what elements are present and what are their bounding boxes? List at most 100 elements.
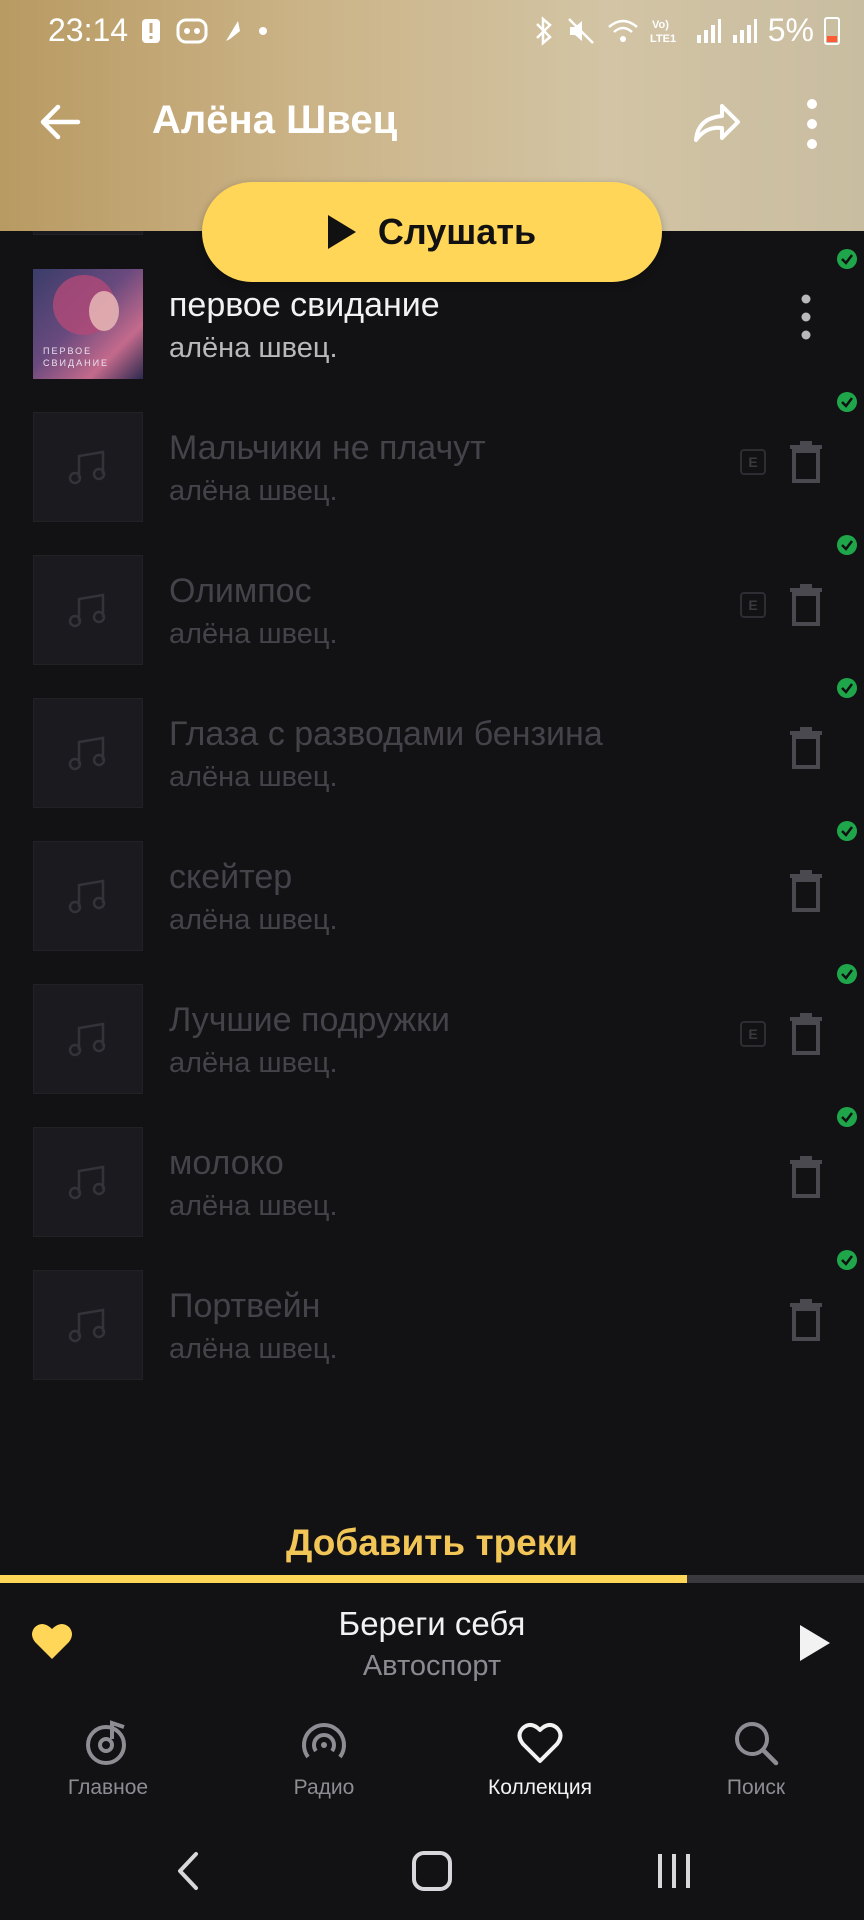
trash-icon[interactable] [788,870,824,912]
play-icon [327,215,356,249]
track-title: Лучшие подружки [169,1001,450,1039]
downloaded-check-icon [837,964,857,984]
listen-label: Слушать [377,211,537,252]
svg-text:LTE1: LTE1 [650,33,676,45]
track-more-icon[interactable] [798,292,814,342]
nav-item-radio[interactable]: Радио [216,1703,432,1820]
track-thumbnail [33,1270,143,1380]
volte-icon: Vo) LTE1 [650,19,676,45]
downloaded-check-icon [837,821,857,841]
track-artist: алёна швец. [169,618,338,650]
track-title: первое свидание [169,286,440,324]
status-left-icons [140,16,268,46]
track-row[interactable]: Глаза с разводами бензина алёна швец. [0,675,864,818]
now-playing-title: Береги себя [338,1605,526,1642]
system-back-icon[interactable] [160,1846,220,1896]
bottom-navigation: Главное Радио Коллекция Поиск [0,1703,864,1820]
track-artist: алёна швец. [169,1047,338,1079]
downloaded-check-icon [837,1107,857,1127]
wifi-icon [607,19,638,42]
nav-label: Коллекция [488,1776,592,1799]
system-home-icon[interactable] [402,1846,462,1896]
status-bar: 23:14 Vo) LTE1 5% [0,0,864,62]
bluetooth-icon [535,15,552,46]
trash-icon[interactable] [788,1156,824,1198]
music-note-icon [68,593,106,628]
heart-icon [517,1723,563,1763]
signal-2-icon [732,18,757,43]
leaf-notification-icon [226,21,240,41]
nav-item-collection[interactable]: Коллекция [432,1703,648,1820]
track-title: Глаза с разводами бензина [169,715,603,753]
track-row[interactable]: Олимпос алёна швец. E [0,532,864,675]
downloaded-check-icon [837,249,857,269]
trash-icon[interactable] [788,584,824,626]
track-thumbnail [33,555,143,665]
track-row[interactable]: скейтер алёна швец. [0,818,864,961]
track-artist: алёна швец. [169,475,338,507]
add-tracks-button[interactable]: Добавить треки [0,1522,864,1564]
track-thumbnail [33,1127,143,1237]
toolbar: Алёна Швец [0,62,864,182]
music-note-icon [68,1022,106,1057]
track-title: Мальчики не плачут [169,429,486,467]
track-artist: алёна швец. [169,1333,338,1365]
track-row[interactable]: Портвейн алёна швец. [0,1247,864,1390]
trash-icon[interactable] [788,1299,824,1341]
system-navigation-bar [0,1820,864,1920]
alert-notification-icon [142,19,160,43]
status-right: Vo) LTE1 5% [532,12,840,49]
trash-icon[interactable] [788,727,824,769]
nav-label: Главное [67,1776,149,1799]
explicit-badge: E [740,592,766,618]
nav-label: Поиск [726,1776,786,1799]
system-recents-icon[interactable] [644,1846,704,1896]
track-thumbnail [33,841,143,951]
track-artist: алёна швец. [169,1190,338,1222]
back-arrow-icon[interactable] [34,96,86,148]
album-art: ПЕРВОЕ СВИДАНИЕ [33,269,143,379]
listen-button[interactable]: Слушать [202,182,662,282]
radio-icon [302,1723,346,1759]
battery-level: 5% [767,12,814,48]
nav-item-home[interactable]: Главное [0,1703,216,1820]
share-icon[interactable] [688,96,744,148]
track-title: Олимпос [169,572,312,610]
nav-label: Радио [293,1776,355,1799]
search-icon [735,1722,779,1766]
mini-player[interactable]: Береги себя Автоспорт [0,1583,864,1703]
track-row[interactable]: Мальчики не плачут алёна швец. E [0,389,864,532]
signal-icon [696,18,721,43]
track-list: ал ПЕРВОЕ СВИДАНИЕ первое свидание алёна… [0,125,864,1466]
downloaded-check-icon [837,1250,857,1270]
track-artist: алёна швец. [169,761,338,793]
app-notification-icon [176,18,208,44]
track-title: скейтер [169,858,293,896]
album-art-text: ПЕРВОЕ СВИДАНИЕ [43,346,110,368]
track-row[interactable]: Лучшие подружки алёна швец. E [0,961,864,1104]
track-artist: алёна швец. [169,332,338,364]
status-time: 23:14 [48,12,129,48]
playback-progress-bar[interactable] [0,1575,864,1583]
explicit-badge: E [740,1021,766,1047]
track-row[interactable]: молоко алёна швец. [0,1104,864,1247]
track-artist: алёна швец. [169,904,338,936]
more-vertical-icon[interactable] [796,96,828,152]
music-note-icon [68,1308,106,1343]
nav-item-search[interactable]: Поиск [648,1703,864,1820]
track-thumbnail [33,984,143,1094]
explicit-badge: E [740,449,766,475]
play-pause-icon[interactable] [800,1625,830,1661]
track-thumbnail [33,698,143,808]
downloaded-check-icon [837,392,857,412]
music-note-icon [68,879,106,914]
music-note-icon [68,450,106,485]
music-note-icon [68,736,106,771]
music-note-icon [68,1165,106,1200]
downloaded-check-icon [837,678,857,698]
track-title: молоко [169,1144,284,1182]
trash-icon[interactable] [788,1013,824,1055]
trash-icon[interactable] [788,441,824,483]
now-playing-subtitle: Автоспорт [362,1650,502,1682]
battery-icon [824,16,840,45]
